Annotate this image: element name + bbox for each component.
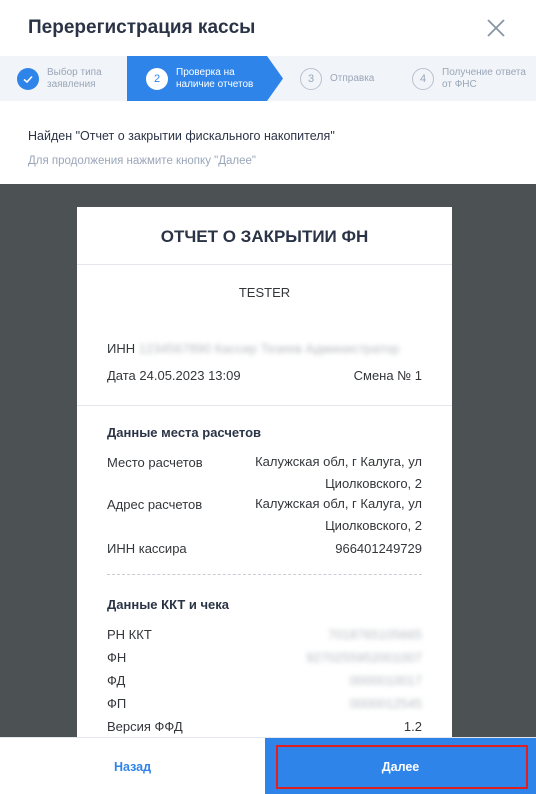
receipt: ОТЧЕТ О ЗАКРЫТИИ ФН TESTER ИНН 123456789… (77, 207, 452, 737)
step-number: 3 (300, 67, 322, 90)
dialog-header: Перерегистрация кассы (0, 0, 536, 56)
back-button[interactable]: Назад (0, 738, 265, 794)
dialog-footer: Назад Далее (0, 737, 536, 794)
inn-value: 1234567890 (138, 341, 212, 356)
ffd-row: Версия ФФД 1.2 (107, 719, 422, 734)
place-value-line: Циолковского, 2 (325, 476, 422, 491)
step-label: Выбор типа заявления (47, 66, 102, 90)
cashier-inn-row: ИНН кассира 966401249729 (107, 541, 422, 556)
step-number: 2 (146, 67, 168, 90)
receipt-title: ОТЧЕТ О ЗАКРЫТИИ ФН (160, 227, 369, 246)
kkt-section-title: Данные ККТ и чека (107, 597, 230, 612)
place-value: Калужская обл, г Калуга, ул Циолковского… (255, 451, 422, 495)
hint-message: Для продолжения нажмите кнопку "Далее" (28, 155, 256, 167)
cashier-inn-value: 966401249729 (335, 541, 422, 556)
shift-number: Смена № 1 (353, 368, 422, 383)
step-2: 2 Проверка на наличие отчетов (146, 56, 264, 101)
found-message: Найден "Отчет о закрытии фискального нак… (28, 129, 335, 143)
cashier-name: Кассир Тезеев Администратор (214, 341, 400, 356)
step-number: 4 (412, 67, 434, 90)
org-name: TESTER (238, 285, 291, 300)
fd-value: 0000010017 (349, 673, 422, 688)
step-3: 3 Отправка (300, 56, 400, 101)
address-label: Адрес расчетов (107, 497, 203, 512)
close-icon[interactable] (484, 16, 508, 40)
cashier-inn-label: ИНН кассира (107, 541, 187, 556)
address-value: Калужская обл, г Калуга, ул Циолковского… (255, 493, 422, 537)
divider (77, 264, 452, 265)
dialog-title: Перерегистрация кассы (28, 17, 256, 38)
fn-value: 9270255952001007 (306, 650, 422, 665)
inn-label: ИНН (107, 341, 136, 356)
divider (77, 405, 452, 406)
fn-label: ФН (107, 650, 127, 665)
rn-row: РН ККТ 7018765105665 (107, 627, 422, 642)
ffd-value: 1.2 (403, 719, 422, 734)
rn-label: РН ККТ (107, 627, 152, 642)
fd-row: ФД 0000010017 (107, 673, 422, 688)
step-label: Получение ответа от ФНС (442, 66, 526, 90)
address-value-line: Калужская обл, г Калуга, ул (255, 496, 422, 511)
report-date: Дата 24.05.2023 13:09 (107, 368, 241, 383)
step-label: Проверка на наличие отчетов (176, 66, 254, 90)
date-shift-row: Дата 24.05.2023 13:09 Смена № 1 (107, 368, 422, 383)
next-button[interactable]: Далее (265, 738, 536, 794)
place-section-title: Данные места расчетов (107, 425, 262, 440)
place-label: Место расчетов (107, 455, 203, 470)
fp-value: 0000012545 (349, 696, 422, 711)
inn-line: ИНН 1234567890 Кассир Тезеев Администрат… (107, 341, 399, 356)
fp-row: ФП 0000012545 (107, 696, 422, 711)
step-label: Отправка (330, 72, 375, 84)
place-value-line: Калужская обл, г Калуга, ул (255, 454, 422, 469)
address-value-line: Циолковского, 2 (325, 518, 422, 533)
fn-row: ФН 9270255952001007 (107, 650, 422, 665)
rn-value: 7018765105665 (328, 627, 422, 642)
fd-label: ФД (107, 673, 126, 688)
check-icon (17, 67, 39, 90)
step-4: 4 Получение ответа от ФНС (412, 56, 532, 101)
dashed-divider (107, 574, 422, 575)
ffd-label: Версия ФФД (107, 719, 183, 734)
report-preview[interactable]: ОТЧЕТ О ЗАКРЫТИИ ФН TESTER ИНН 123456789… (0, 184, 536, 737)
step-1: Выбор типа заявления (17, 56, 127, 101)
fp-label: ФП (107, 696, 127, 711)
